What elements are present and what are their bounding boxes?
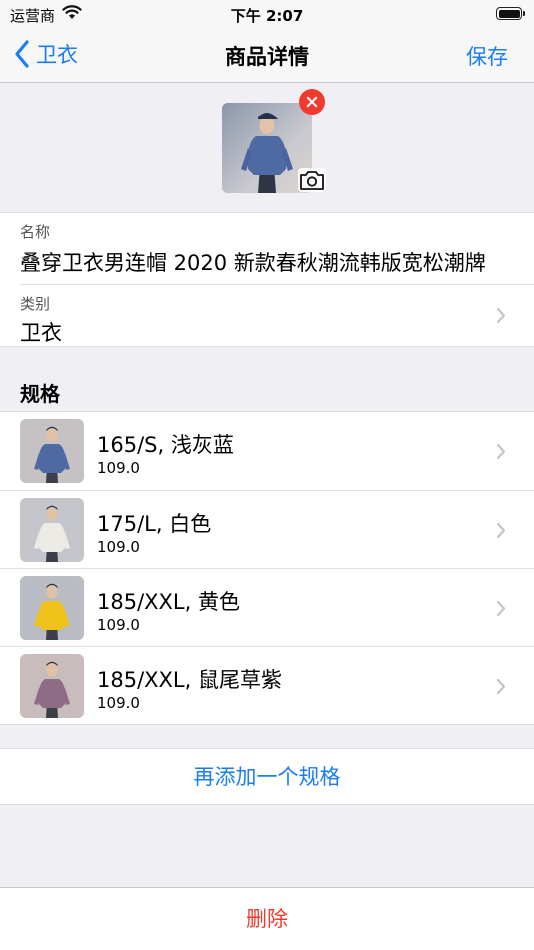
category-label: 类别 — [20, 295, 51, 313]
spec-list: 165/S, 浅灰蓝 109.0 175/L, 白色 109.0 185/XXL… — [0, 411, 534, 725]
spec-price: 109.0 — [97, 538, 140, 556]
chevron-right-icon — [496, 443, 506, 460]
name-field[interactable]: 名称 叠穿卫衣男连帽 2020 新款春秋潮流韩版宽松潮牌 — [0, 213, 534, 284]
nav-bar: 卫衣 商品详情 保存 — [0, 28, 534, 83]
camera-icon[interactable] — [297, 167, 327, 193]
spec-title: 165/S, 浅灰蓝 — [97, 433, 234, 457]
name-label: 名称 — [20, 223, 51, 241]
spec-row[interactable]: 185/XXL, 黄色 109.0 — [0, 568, 534, 646]
spec-price: 109.0 — [97, 694, 140, 712]
spec-section-header: 规格 — [20, 382, 60, 406]
save-button[interactable]: 保存 — [466, 41, 508, 71]
spec-title: 175/L, 白色 — [97, 512, 212, 536]
add-spec-button[interactable]: 再添加一个规格 — [0, 748, 534, 805]
spec-title: 185/XXL, 鼠尾草紫 — [97, 668, 282, 692]
spec-thumbnail — [20, 498, 84, 562]
spec-row[interactable]: 165/S, 浅灰蓝 109.0 — [0, 412, 534, 490]
spec-thumbnail — [20, 654, 84, 718]
spec-price: 109.0 — [97, 616, 140, 634]
spec-title: 185/XXL, 黄色 — [97, 590, 240, 614]
chevron-right-icon — [496, 522, 506, 539]
spec-thumbnail — [20, 419, 84, 483]
spec-price: 109.0 — [97, 459, 140, 477]
spec-row[interactable]: 175/L, 白色 109.0 — [0, 490, 534, 568]
spec-thumbnail-image — [20, 498, 84, 562]
photo-area — [0, 83, 534, 212]
category-value: 卫衣 — [20, 321, 62, 345]
chevron-right-icon — [496, 678, 506, 695]
battery-icon — [496, 7, 525, 20]
spec-thumbnail — [20, 576, 84, 640]
status-time: 下午 2:07 — [230, 7, 304, 25]
product-info-group: 名称 叠穿卫衣男连帽 2020 新款春秋潮流韩版宽松潮牌 类别 卫衣 — [0, 212, 534, 347]
category-field[interactable]: 类别 卫衣 — [0, 285, 534, 347]
page-title: 商品详情 — [225, 45, 309, 69]
status-bar: 运营商 下午 2:07 — [0, 0, 534, 28]
spec-thumbnail-image — [20, 419, 84, 483]
spec-thumbnail-image — [20, 576, 84, 640]
chevron-right-icon — [496, 600, 506, 617]
spec-row[interactable]: 185/XXL, 鼠尾草紫 109.0 — [0, 646, 534, 724]
name-value[interactable]: 叠穿卫衣男连帽 2020 新款春秋潮流韩版宽松潮牌 — [20, 247, 504, 277]
remove-photo-button[interactable] — [299, 89, 325, 115]
spec-thumbnail-image — [20, 654, 84, 718]
delete-button[interactable]: 删除 — [0, 887, 534, 950]
chevron-right-icon — [496, 307, 506, 324]
